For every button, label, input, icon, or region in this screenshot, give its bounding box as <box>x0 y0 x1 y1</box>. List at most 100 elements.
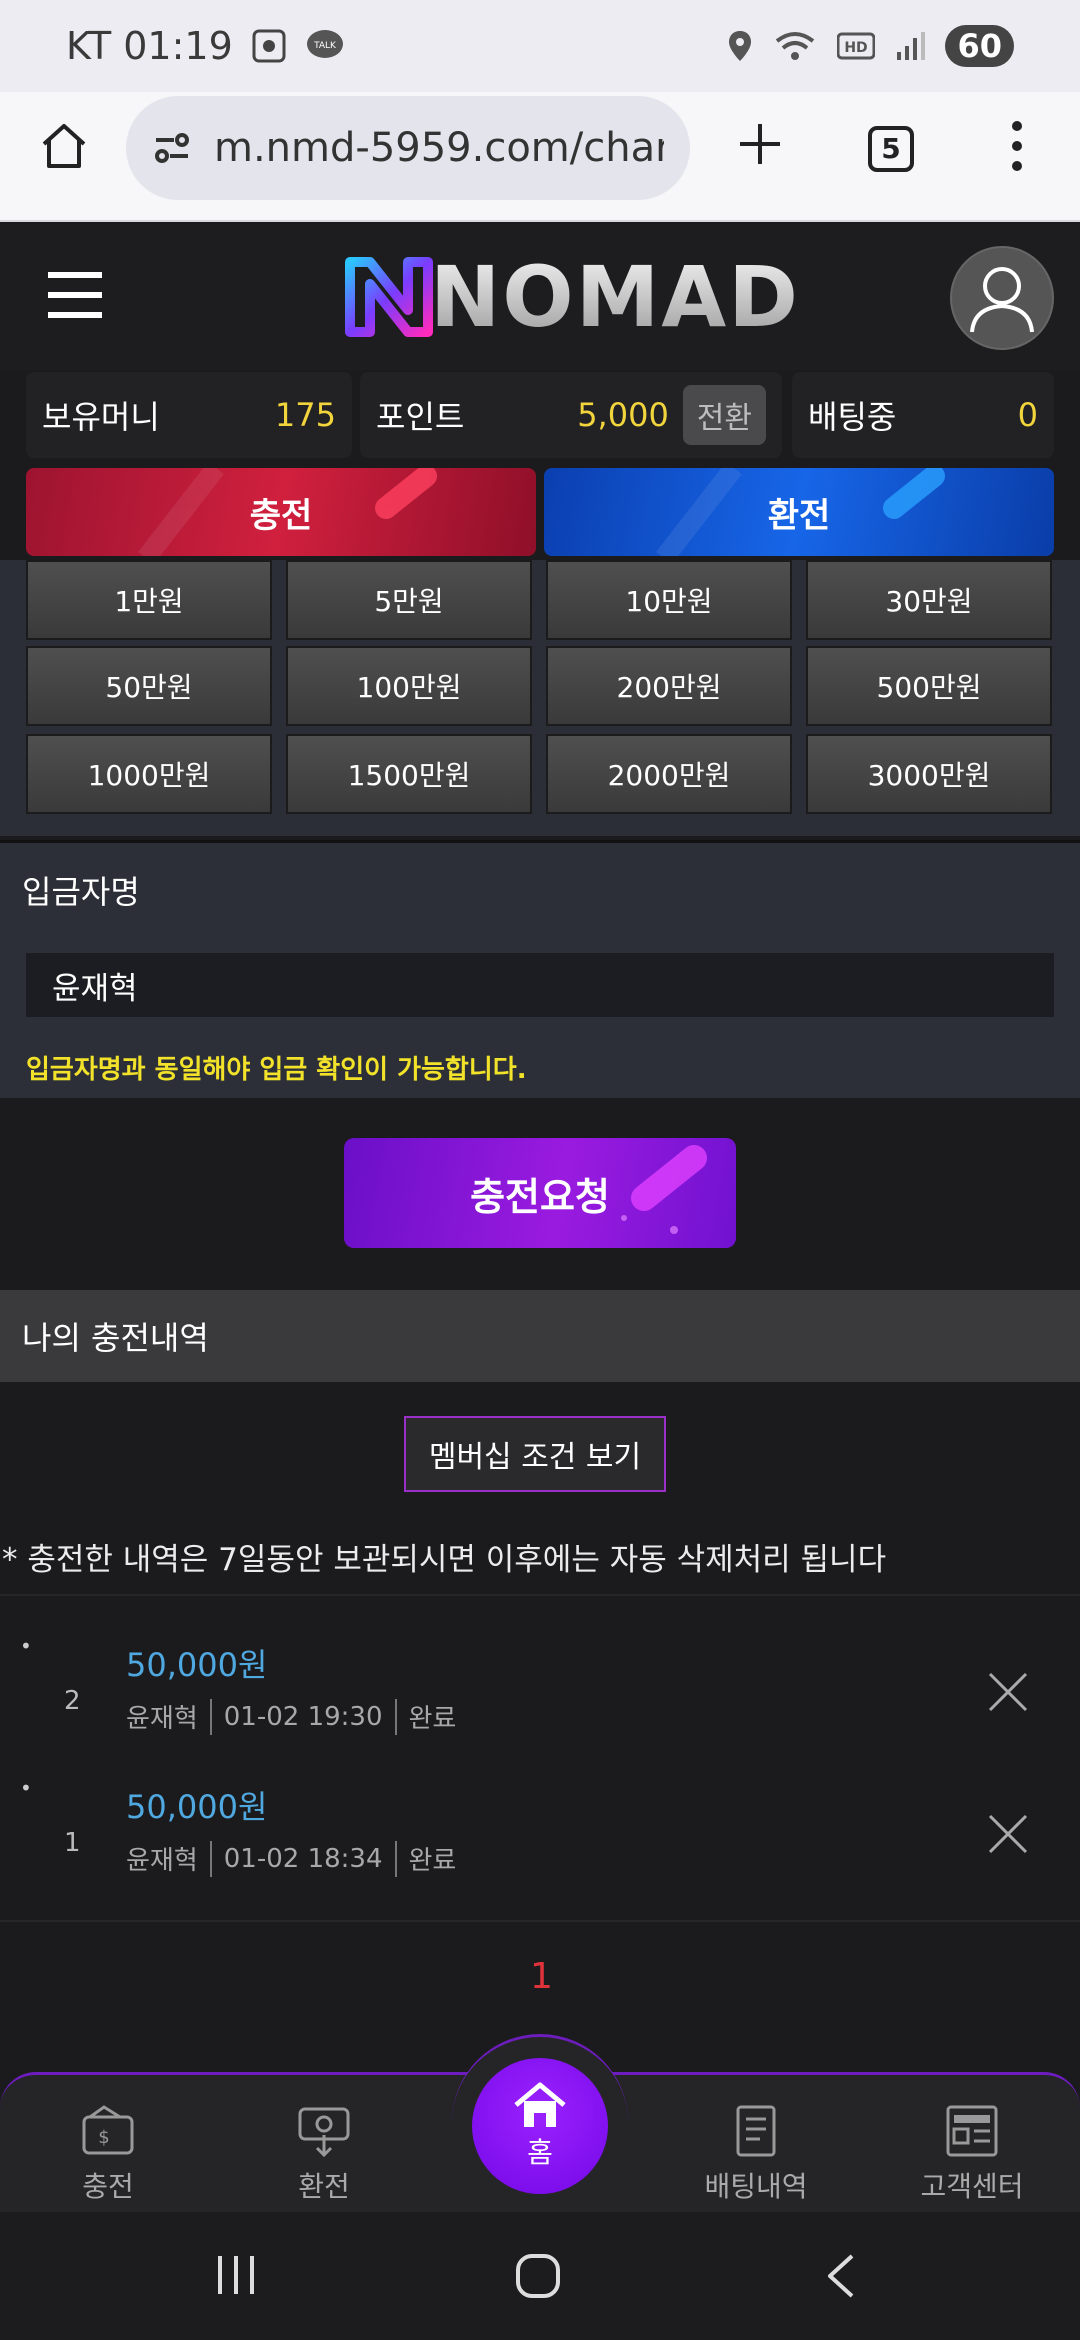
location-icon <box>729 31 752 61</box>
nav-bet-history-label: 배팅내역 <box>704 2170 808 2203</box>
nav-charge[interactable]: $ 충전 <box>28 2105 188 2205</box>
history-meta: 윤재혁 01-02 18:34 완료 <box>126 1840 456 1877</box>
bullet-icon: • <box>20 1634 32 1658</box>
amount-button[interactable]: 1500만원 <box>286 734 532 814</box>
meta-separator <box>209 1698 212 1735</box>
point-card: 포인트 5,000 전환 <box>360 372 782 458</box>
charge-request-button[interactable]: 충전요청 <box>344 1138 736 1248</box>
meta-separator <box>394 1698 397 1735</box>
history-divider <box>0 1920 1080 1922</box>
bullet-icon: • <box>20 1776 32 1800</box>
money-value: 175 <box>274 396 336 434</box>
history-row: • 2 50,000원 윤재혁 01-02 19:30 완료 <box>0 1634 1080 1774</box>
wallet-icon: $ <box>82 2105 134 2155</box>
hd-icon: HD <box>837 32 876 60</box>
user-avatar-button[interactable] <box>950 246 1054 350</box>
history-name: 윤재혁 <box>126 1846 198 1876</box>
history-status: 완료 <box>408 1704 457 1734</box>
history-status: 완료 <box>408 1846 457 1876</box>
history-header: 나의 충전내역 <box>0 1290 1080 1382</box>
convert-button[interactable]: 전환 <box>682 385 766 445</box>
site-header: NOMAD <box>0 224 1080 370</box>
amount-button[interactable]: 1000만원 <box>26 734 272 814</box>
point-label: 포인트 <box>376 398 465 436</box>
tab-exchange-label: 환전 <box>767 495 831 536</box>
depositor-name-input[interactable] <box>26 953 1054 1017</box>
history-name: 윤재혁 <box>126 1704 198 1734</box>
money-label: 보유머니 <box>42 398 160 436</box>
hamburger-menu-icon[interactable] <box>48 270 102 320</box>
meta-separator <box>209 1840 212 1877</box>
new-tab-icon[interactable] <box>736 120 784 168</box>
nav-charge-label: 충전 <box>82 2170 134 2203</box>
depositor-section: 입금자명 입금자명과 동일해야 입금 확인이 가능합니다. <box>0 840 1080 1098</box>
battery-level: 60 <box>945 25 1014 67</box>
nav-home-label: 홈 <box>527 2136 553 2169</box>
nav-bet-history[interactable]: 배팅내역 <box>676 2105 836 2205</box>
document-icon <box>736 2105 776 2157</box>
point-value: 5,000 <box>577 396 669 434</box>
more-menu-icon[interactable] <box>1000 118 1034 174</box>
news-icon <box>946 2105 998 2157</box>
close-icon[interactable] <box>986 1812 1030 1856</box>
amount-button[interactable]: 500만원 <box>806 646 1052 726</box>
tab-charge[interactable]: 충전 <box>26 468 536 556</box>
tab-switcher-button[interactable]: 5 <box>868 126 914 172</box>
signal-icon <box>897 32 926 60</box>
talk-icon: TALK <box>306 30 343 58</box>
logo-n-mark <box>345 257 433 337</box>
back-icon[interactable] <box>822 2252 858 2300</box>
url-bar[interactable]: m.nmd-5959.com/charge <box>126 96 690 200</box>
wifi-icon <box>776 32 815 60</box>
meta-separator <box>394 1840 397 1877</box>
tab-charge-label: 충전 <box>249 495 313 536</box>
nav-support[interactable]: 고객센터 <box>892 2105 1052 2205</box>
betting-card: 배팅중 0 <box>792 372 1054 458</box>
recent-apps-icon[interactable] <box>214 2252 258 2298</box>
pagination-page[interactable]: 1 <box>530 1956 553 1997</box>
history-number: 1 <box>64 1828 81 1858</box>
betting-label: 배팅중 <box>808 398 897 436</box>
membership-conditions-button[interactable]: 멤버십 조건 보기 <box>404 1416 666 1492</box>
amount-button[interactable]: 50만원 <box>26 646 272 726</box>
history-number: 2 <box>64 1686 81 1716</box>
amount-button[interactable]: 2000만원 <box>546 734 792 814</box>
history-divider <box>0 1594 1080 1596</box>
amount-grid: 1만원 5만원 10만원 30만원 50만원 100만원 200만원 500만원… <box>0 560 1080 836</box>
amount-button[interactable]: 3000만원 <box>806 734 1052 814</box>
history-amount: 50,000원 <box>126 1646 268 1684</box>
amount-button[interactable]: 1만원 <box>26 560 272 640</box>
amount-button[interactable]: 10만원 <box>546 560 792 640</box>
home-button-icon[interactable] <box>514 2252 562 2300</box>
history-datetime: 01-02 18:34 <box>223 1843 383 1874</box>
depositor-notice: 입금자명과 동일해야 입금 확인이 가능합니다. <box>26 1055 527 1085</box>
withdraw-icon <box>298 2107 350 2157</box>
site-settings-icon[interactable] <box>152 128 192 168</box>
browser-bar: m.nmd-5959.com/charge 5 <box>0 92 1080 222</box>
depositor-label: 입금자명 <box>22 873 140 911</box>
nav-home[interactable]: 홈 <box>472 2058 608 2194</box>
tab-exchange[interactable]: 환전 <box>544 468 1054 556</box>
carrier-time: KT 01:19 <box>66 24 233 68</box>
svg-text:HD: HD <box>845 40 868 56</box>
retention-note: * 충전한 내역은 7일동안 보관되시면 이후에는 자동 삭제처리 됩니다 <box>2 1542 887 1578</box>
nav-exchange[interactable]: 환전 <box>244 2105 404 2205</box>
amount-button[interactable]: 5만원 <box>286 560 532 640</box>
home-icon[interactable] <box>38 120 90 172</box>
amount-button[interactable]: 30만원 <box>806 560 1052 640</box>
site-logo[interactable]: NOMAD <box>342 248 800 346</box>
history-datetime: 01-02 19:30 <box>223 1701 383 1732</box>
status-bar: KT 01:19 TALK HD 60 <box>0 0 1080 92</box>
money-card: 보유머니 175 <box>26 372 352 458</box>
svg-text:$: $ <box>98 2127 109 2148</box>
home-icon <box>514 2082 566 2127</box>
close-icon[interactable] <box>986 1670 1030 1714</box>
history-meta: 윤재혁 01-02 19:30 완료 <box>126 1698 456 1735</box>
amount-button[interactable]: 100만원 <box>286 646 532 726</box>
amount-button[interactable]: 200만원 <box>546 646 792 726</box>
history-amount: 50,000원 <box>126 1788 268 1826</box>
nav-exchange-label: 환전 <box>298 2170 350 2203</box>
url-text: m.nmd-5959.com/charge <box>214 125 664 171</box>
balance-row: 보유머니 175 포인트 5,000 전환 배팅중 0 <box>0 372 1080 458</box>
nav-support-label: 고객센터 <box>920 2170 1024 2203</box>
